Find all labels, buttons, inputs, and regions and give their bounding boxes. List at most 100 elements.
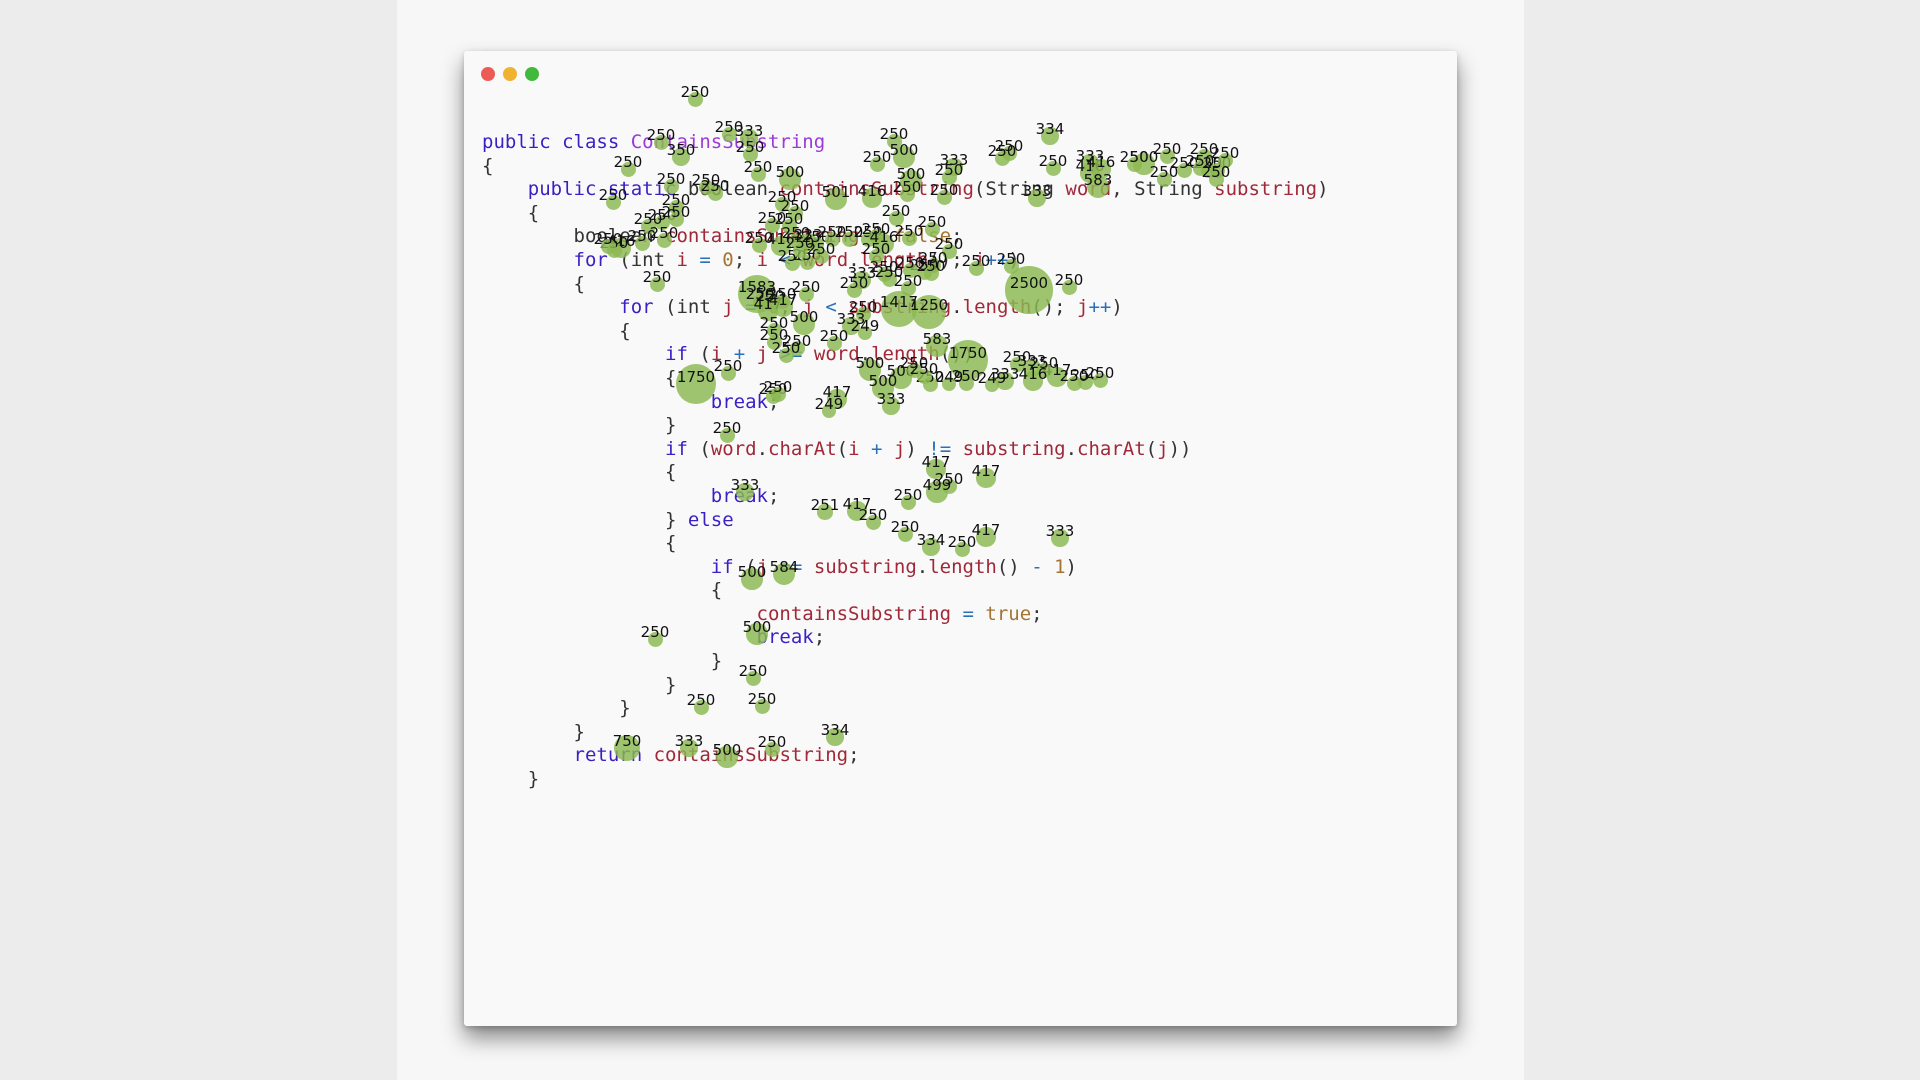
code-token: + xyxy=(871,437,883,460)
code-token: ; xyxy=(1031,602,1043,625)
code-token: { xyxy=(482,201,540,224)
code-token: j xyxy=(1157,437,1169,460)
bubble-marker xyxy=(770,386,786,402)
bubble-marker xyxy=(634,235,650,251)
code-token: j xyxy=(1077,296,1089,319)
bubble-marker xyxy=(742,146,758,162)
bubble-marker xyxy=(620,161,636,177)
code-token: { xyxy=(482,272,585,295)
code-token: ( xyxy=(1145,437,1158,460)
code-token: } xyxy=(482,720,585,743)
code-token: ( xyxy=(687,437,711,460)
code-line: } xyxy=(482,697,1329,721)
bubble-marker xyxy=(1092,372,1108,388)
bubble-marker xyxy=(825,188,847,210)
bubble-marker xyxy=(687,91,703,107)
bubble-marker xyxy=(996,372,1014,390)
bubble-marker xyxy=(614,735,640,761)
code-token: . xyxy=(848,248,860,271)
bubble-marker xyxy=(1028,189,1046,207)
code-token: j xyxy=(893,437,906,460)
code-line: { xyxy=(482,461,1329,485)
code-token: substring xyxy=(1214,178,1318,201)
code-token: else xyxy=(687,508,734,531)
code-token: containsSubstring xyxy=(756,602,952,625)
code-editor-window: public class ContainsSubstring{ public s… xyxy=(464,51,1457,1026)
bubble-marker xyxy=(720,365,736,381)
code-token: 1 xyxy=(1054,555,1066,578)
code-token: i xyxy=(676,248,688,271)
bubble-marker xyxy=(1003,258,1019,274)
code-token: substring xyxy=(962,437,1066,460)
code-token: j xyxy=(756,343,769,366)
bubble-marker xyxy=(672,148,690,166)
bubble-marker xyxy=(600,238,616,254)
code-token: } xyxy=(482,768,540,791)
code-token: ) xyxy=(905,437,929,460)
bubble-marker xyxy=(926,459,946,479)
code-token: ) xyxy=(1111,296,1123,319)
bubble-marker xyxy=(941,169,957,185)
code-token: = xyxy=(962,602,974,625)
bubble-marker xyxy=(771,236,791,256)
bubble-marker xyxy=(779,168,801,190)
code-token: substring xyxy=(813,555,917,578)
bubble-marker xyxy=(1159,148,1175,164)
bubble-marker xyxy=(745,670,761,686)
bubble-marker xyxy=(668,211,684,227)
code-token: public xyxy=(482,131,563,153)
bubble-marker xyxy=(1176,162,1192,178)
bubble-marker xyxy=(1061,279,1077,295)
bubble-marker xyxy=(902,262,918,278)
bubble-marker xyxy=(798,286,814,302)
bubble-marker xyxy=(1208,171,1224,187)
bubble-marker xyxy=(680,739,698,757)
minimize-button[interactable] xyxy=(503,67,517,81)
bubble-marker xyxy=(924,221,940,237)
bubble-marker xyxy=(781,218,797,234)
bubble-marker xyxy=(1192,160,1208,176)
code-token: charAt xyxy=(1077,437,1146,460)
zoom-button[interactable] xyxy=(525,67,539,81)
code-line: break; xyxy=(482,391,1329,415)
code-token: (int xyxy=(653,296,723,319)
close-button[interactable] xyxy=(481,67,495,81)
bubble-marker xyxy=(841,231,857,247)
bubble-marker xyxy=(862,188,882,208)
code-token: { xyxy=(482,319,631,342)
code-token: . xyxy=(756,437,769,460)
code-token: . xyxy=(951,296,963,319)
code-token: true xyxy=(985,602,1032,625)
code-line: { xyxy=(482,579,1329,603)
bubble-marker xyxy=(792,242,808,258)
bubble-marker xyxy=(826,335,842,351)
bubble-marker xyxy=(872,377,894,399)
code-token: { xyxy=(482,461,677,484)
code-token: word xyxy=(710,437,757,460)
code-token: . xyxy=(916,555,929,578)
bubble-marker xyxy=(647,631,663,647)
bubble-marker xyxy=(936,189,952,205)
bubble-marker xyxy=(865,514,881,530)
code-line: } xyxy=(482,721,1329,745)
bubble-marker xyxy=(605,194,621,210)
code-token: = xyxy=(699,248,711,271)
bubble-marker xyxy=(1023,371,1043,391)
code-line: if (i + j >= word.length()) xyxy=(482,343,1329,367)
code-block[interactable]: public class ContainsSubstring{ public s… xyxy=(482,131,1329,792)
bubble-marker xyxy=(773,297,793,317)
bubble-marker xyxy=(640,218,656,234)
